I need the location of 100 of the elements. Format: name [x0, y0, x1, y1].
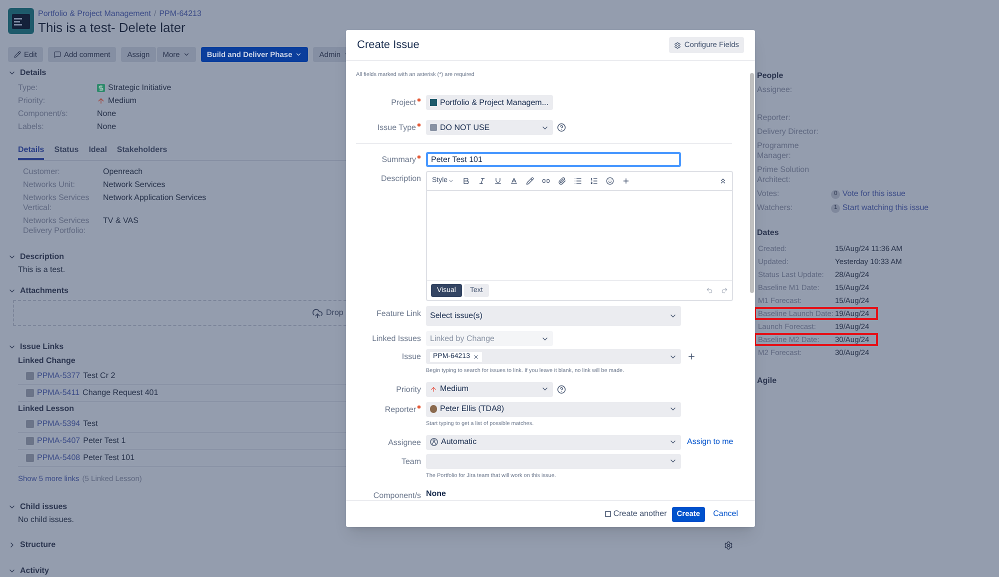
tab[interactable]: Stakeholders — [116, 144, 168, 160]
tab[interactable]: Ideal — [88, 144, 107, 160]
chevron-down-icon[interactable] — [8, 253, 16, 261]
caret-icon — [182, 51, 190, 58]
caret-icon — [448, 178, 454, 184]
field-label: Priority — [396, 384, 421, 396]
section-heading[interactable]: Details — [20, 67, 46, 79]
issue-type-icon — [26, 437, 34, 445]
project-logo-icon — [8, 8, 34, 34]
settings-icon[interactable] — [724, 540, 733, 550]
assign-to-me-link[interactable]: Assign to me — [687, 436, 734, 448]
project-icon — [430, 99, 437, 106]
issue-type-icon — [26, 454, 34, 462]
field-value: None — [97, 108, 116, 120]
field-label: Feature Link — [376, 308, 421, 320]
chevron-down-icon[interactable] — [8, 69, 16, 77]
section-heading[interactable]: Structure — [20, 539, 56, 552]
initiative-badge-icon — [97, 84, 105, 92]
section-heading[interactable]: Attachments — [20, 285, 68, 297]
description-text: This is a test. — [17, 264, 66, 276]
chevron-down-icon[interactable] — [8, 287, 16, 295]
attachment-icon[interactable] — [558, 177, 566, 186]
checkbox-label: Create another — [613, 508, 667, 520]
field-label: Team — [401, 456, 421, 468]
breadcrumb-link[interactable]: Portfolio & Project Management — [38, 8, 151, 20]
sidebar-heading: Dates — [757, 227, 780, 239]
field-value: Network Services — [103, 180, 166, 190]
arrow-up-icon — [97, 96, 105, 104]
user-icon — [430, 438, 438, 446]
tab[interactable]: Details — [18, 144, 44, 160]
section-heading[interactable]: Child issues — [20, 501, 68, 514]
settings-icon — [674, 42, 682, 48]
issue-summary: Peter Test 1 — [83, 435, 126, 447]
sidebar-link[interactable]: Start watching this issue — [842, 203, 929, 213]
underline-icon[interactable] — [494, 177, 502, 186]
collapse-icon[interactable] — [719, 177, 727, 186]
italic-icon[interactable] — [478, 177, 486, 186]
field-value: Network Application Services — [103, 193, 206, 204]
issue-summary: Test — [83, 418, 98, 430]
priority-select[interactable]: Medium — [426, 382, 553, 396]
reporter-select[interactable]: Peter Ellis (TDA8) — [426, 402, 681, 416]
empty-state-text: No child issues. — [17, 514, 76, 526]
field-label: Project — [391, 97, 416, 110]
issue-type-icon — [26, 372, 34, 380]
issue-key-link[interactable]: PPMA-5377 — [37, 370, 80, 382]
issue-type-icon — [26, 389, 34, 397]
cancel-link[interactable]: Cancel — [713, 508, 738, 520]
field-value: None — [97, 120, 116, 132]
field-label: Assignee — [388, 436, 421, 449]
help-icon[interactable] — [557, 123, 566, 132]
issue-type-select[interactable]: DO NOT USE — [426, 120, 553, 136]
breadcrumb-link[interactable]: PPM-64213 — [159, 8, 202, 20]
issue-summary: Change Request 401 — [82, 387, 158, 399]
issue-key-link[interactable]: PPMA-5394 — [37, 418, 80, 430]
issue-picker[interactable]: Select issue(s) — [426, 306, 681, 326]
issue-title: This is a test- Delete later — [38, 20, 186, 36]
sidebar-link[interactable]: Vote for this issue — [842, 189, 906, 199]
caret-icon — [541, 385, 549, 393]
upload-cloud-icon — [312, 308, 323, 318]
link-group-title: Linked Lesson — [18, 403, 74, 415]
section-heading[interactable]: Issue Links — [20, 341, 64, 353]
numbered-list-icon[interactable] — [590, 177, 598, 186]
help-icon[interactable] — [557, 384, 566, 394]
tab[interactable]: Status — [54, 144, 79, 160]
avatar-icon — [430, 405, 437, 413]
field-value: Openreach — [103, 167, 143, 177]
section-heading[interactable]: Activity — [20, 565, 49, 577]
arrow-up-icon — [430, 386, 437, 392]
format-icon[interactable] — [526, 177, 534, 186]
chevron-down-icon[interactable] — [8, 343, 16, 351]
issue-key-link[interactable]: PPMA-5408 — [37, 452, 80, 464]
issue-summary: Peter Test 101 — [83, 452, 135, 464]
pencil-icon — [14, 51, 21, 58]
text-color-icon[interactable] — [510, 177, 518, 186]
chevron-right-icon[interactable] — [8, 541, 16, 550]
field-label: Summary — [382, 154, 416, 166]
issue-type-icon — [26, 420, 34, 428]
issue-key-link[interactable]: PPMA-5411 — [37, 387, 80, 399]
remove-icon[interactable] — [472, 354, 479, 360]
issue-summary: Test Cr 2 — [83, 370, 116, 382]
assignee-select[interactable]: Automatic — [426, 434, 681, 450]
section-heading[interactable]: Description — [20, 251, 64, 263]
field-value: None — [426, 488, 446, 500]
create-another-checkbox[interactable] — [605, 511, 612, 517]
summary-field[interactable]: Peter Test 101 — [426, 152, 681, 168]
field-label: Component/s — [373, 490, 421, 500]
caret-icon — [669, 405, 677, 413]
bold-icon[interactable] — [462, 177, 470, 186]
add-icon[interactable] — [687, 352, 696, 362]
issue-key-link[interactable]: PPMA-5407 — [37, 435, 80, 447]
link-icon[interactable] — [542, 177, 550, 186]
bullet-list-icon[interactable] — [574, 177, 582, 186]
breadcrumb-separator: / — [154, 8, 156, 20]
issue-type-icon — [430, 124, 437, 132]
drop-text: Drop — [326, 307, 344, 319]
field-label: Issue — [402, 351, 421, 364]
comment-icon — [54, 51, 61, 58]
insert-icon[interactable] — [622, 177, 630, 186]
emoji-icon[interactable] — [606, 177, 614, 186]
sidebar-heading: Agile — [757, 375, 778, 387]
